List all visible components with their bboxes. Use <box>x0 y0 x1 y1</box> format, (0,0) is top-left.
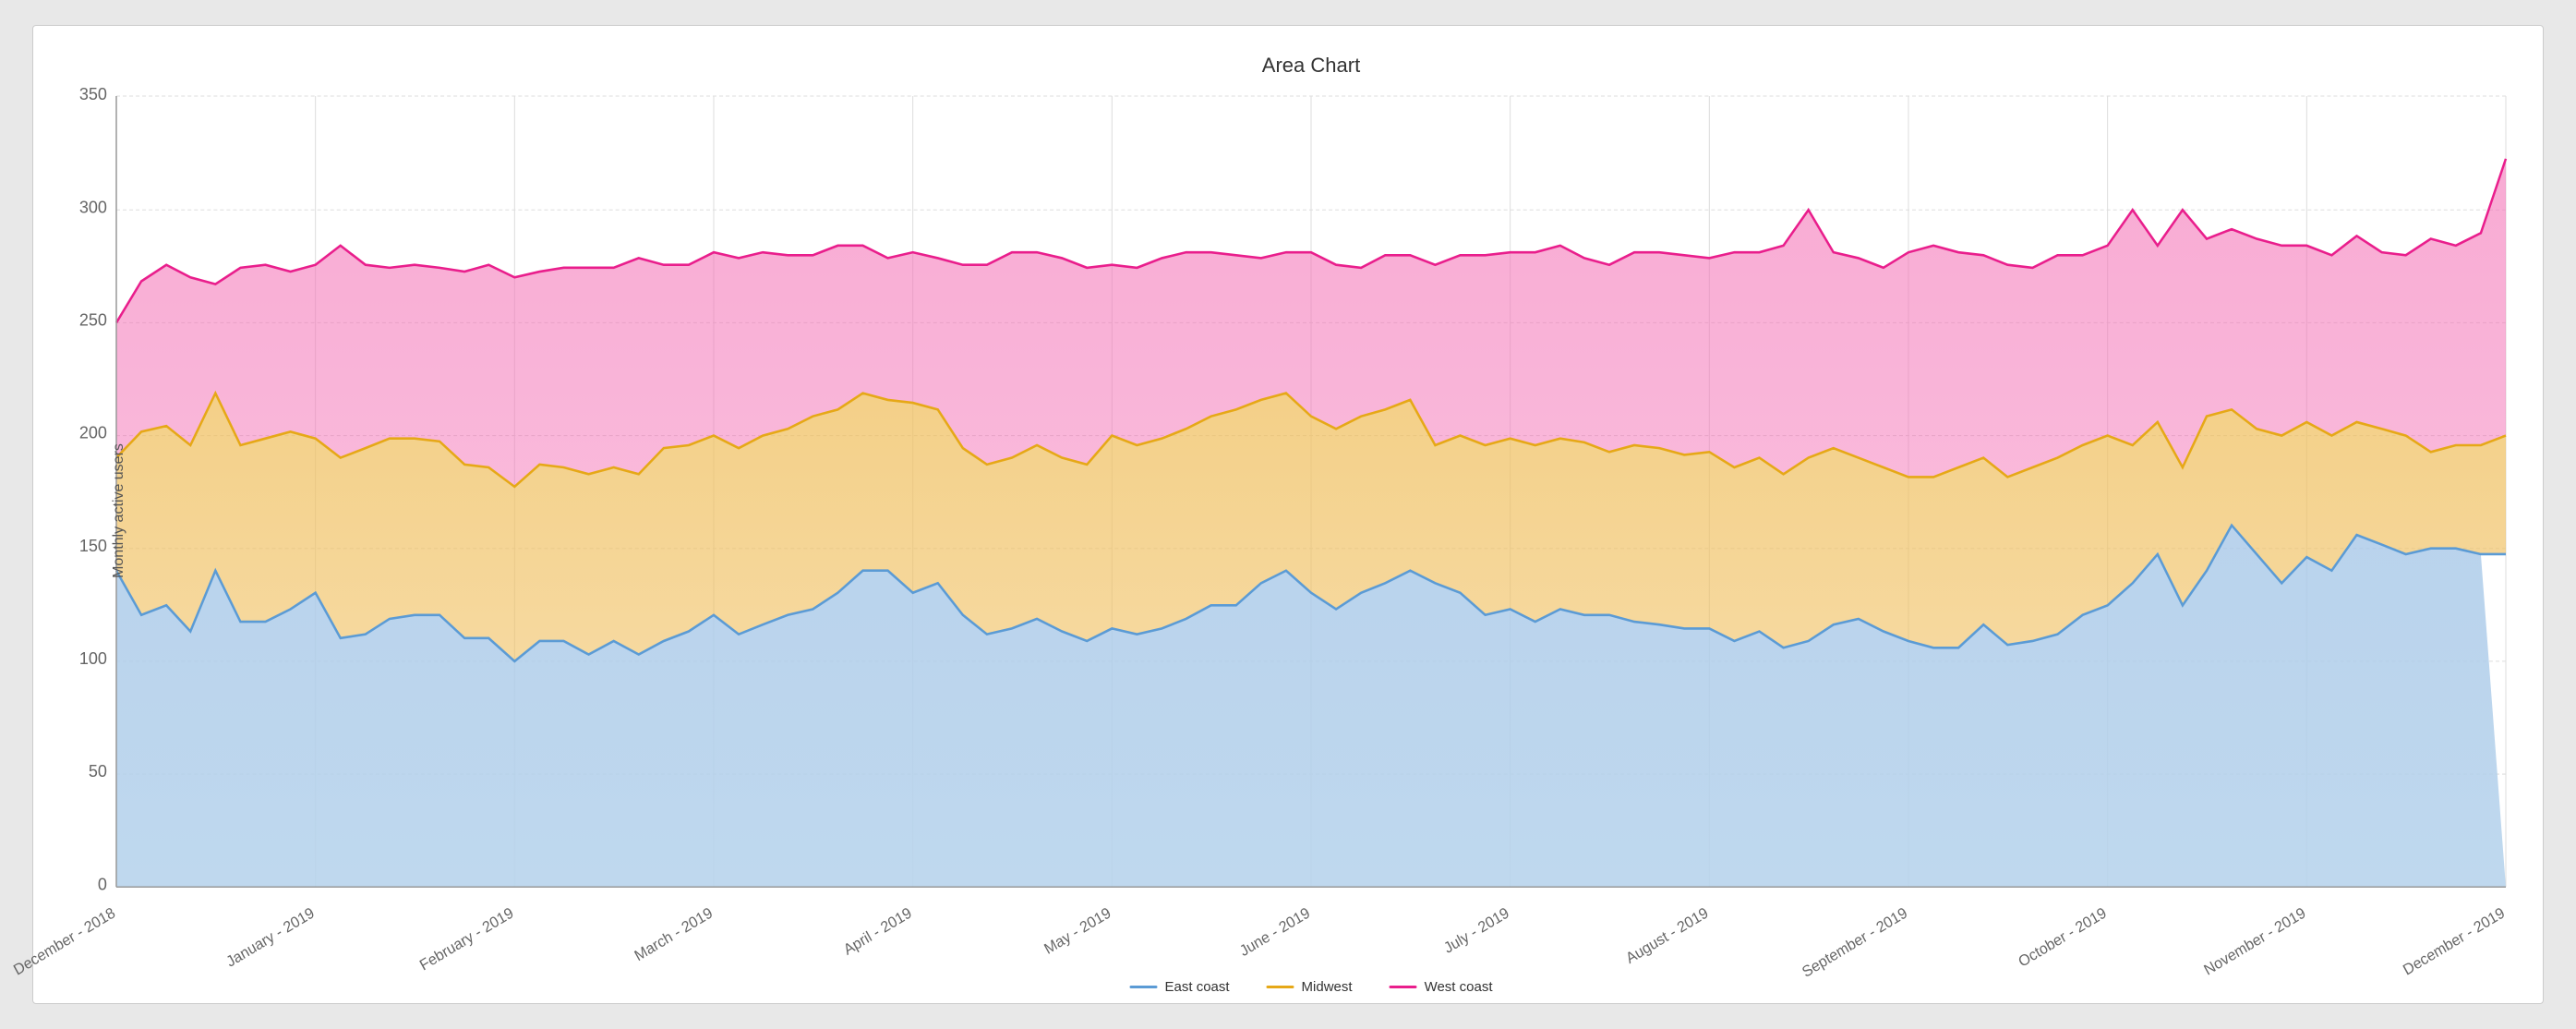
chart-legend: East coast Midwest West coast <box>1130 979 1493 995</box>
west-coast-legend-line <box>1390 986 1417 988</box>
svg-text:April - 2019: April - 2019 <box>841 904 915 959</box>
svg-text:200: 200 <box>79 422 107 442</box>
svg-text:February - 2019: February - 2019 <box>417 904 517 974</box>
svg-text:250: 250 <box>79 309 107 329</box>
chart-title: Area Chart <box>116 54 2506 78</box>
svg-text:50: 50 <box>89 761 107 781</box>
east-coast-legend-line <box>1130 986 1158 988</box>
main-chart-svg: 0 50 100 150 200 250 300 350 D <box>116 96 2506 926</box>
legend-east-coast: East coast <box>1130 979 1230 995</box>
svg-text:October - 2019: October - 2019 <box>2016 904 2110 971</box>
svg-text:May - 2019: May - 2019 <box>1041 904 1113 958</box>
chart-area: Monthly active users <box>116 96 2506 926</box>
midwest-legend-line <box>1267 986 1294 988</box>
svg-text:0: 0 <box>98 874 107 893</box>
svg-text:300: 300 <box>79 197 107 216</box>
midwest-legend-label: Midwest <box>1302 979 1353 995</box>
east-coast-legend-label: East coast <box>1165 979 1230 995</box>
legend-midwest: Midwest <box>1267 979 1353 995</box>
svg-text:September - 2019: September - 2019 <box>1800 904 1910 981</box>
svg-text:March - 2019: March - 2019 <box>632 904 716 964</box>
svg-text:July - 2019: July - 2019 <box>1441 904 1512 957</box>
svg-text:January - 2019: January - 2019 <box>223 904 318 971</box>
svg-text:100: 100 <box>79 648 107 668</box>
legend-west-coast: West coast <box>1390 979 1493 995</box>
svg-text:November - 2019: November - 2019 <box>2201 904 2308 978</box>
y-axis-label: Monthly active users <box>111 443 127 578</box>
svg-text:350: 350 <box>79 84 107 103</box>
svg-text:December - 2019: December - 2019 <box>2401 904 2508 978</box>
chart-container: Area Chart Monthly active users <box>32 25 2544 1004</box>
svg-text:August - 2019: August - 2019 <box>1623 904 1711 967</box>
svg-text:June - 2019: June - 2019 <box>1237 904 1313 960</box>
svg-text:December - 2018: December - 2018 <box>11 904 118 978</box>
svg-text:150: 150 <box>79 536 107 555</box>
west-coast-legend-label: West coast <box>1425 979 1493 995</box>
